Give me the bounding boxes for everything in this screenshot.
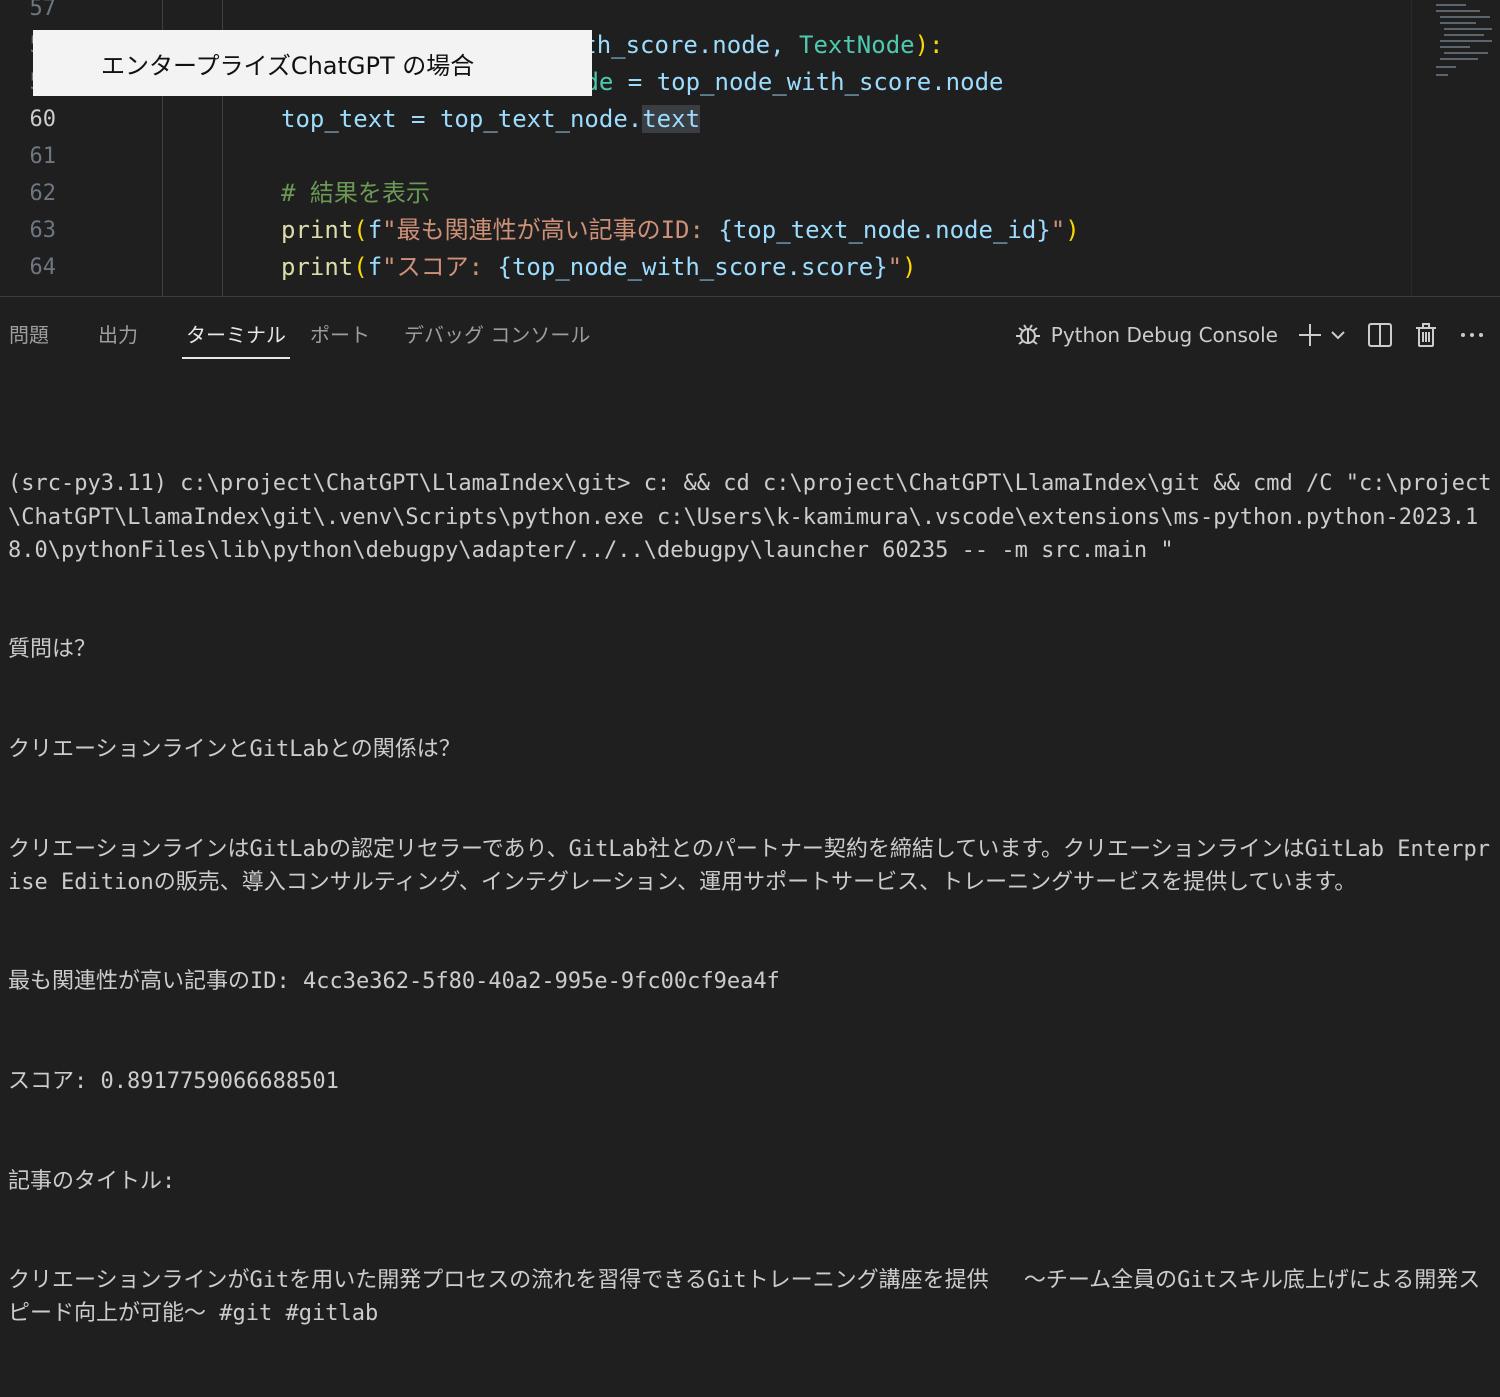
minimap-line [1440, 46, 1470, 48]
caption-text: エンタープライズChatGPT の場合 [101, 51, 475, 80]
terminal-line: 最も関連性が高い記事のID: 4cc3e362-5f80-40a2-995e-9… [8, 969, 780, 995]
code-token: ( [353, 216, 368, 244]
minimap-line [1440, 22, 1476, 24]
line-number: 61 [29, 144, 57, 169]
minimap-line [1436, 74, 1448, 76]
minimap-line [1436, 10, 1480, 12]
plus-icon [1296, 321, 1324, 349]
trash-icon [1412, 321, 1440, 349]
kill-terminal-button[interactable] [1412, 321, 1440, 349]
code-token: f [367, 216, 383, 244]
code-token: = top_node_with_score.node [613, 68, 1004, 96]
code-line-64[interactable]: print(f"スコア: {top_node_with_score.score}… [281, 249, 917, 286]
minimap-line [1444, 34, 1484, 36]
code-token: print [281, 216, 354, 244]
code-token: ) [1065, 216, 1080, 244]
minimap-line [1436, 4, 1466, 6]
tab-problems[interactable]: 問題 [9, 319, 49, 348]
minimap-line [1444, 28, 1492, 30]
terminal-selector[interactable]: Python Debug Console [1013, 320, 1278, 350]
tab-ports[interactable]: ポート [310, 319, 370, 348]
terminal-line: クリエーションラインとGitLabとの関係は？ [8, 737, 461, 763]
tab-output[interactable]: 出力 [98, 319, 138, 348]
code-token: ) [902, 253, 917, 281]
code-line-63[interactable]: print(f"最も関連性が高い記事のID: {top_text_node.no… [281, 212, 1080, 249]
line-number: 64 [29, 255, 57, 280]
code-line-62[interactable]: # 結果を表示 [281, 175, 430, 212]
terminal-line: 記事のタイトル: [8, 1168, 176, 1194]
code-token: " [887, 253, 903, 281]
code-token: = top_text_node. [396, 105, 643, 133]
terminal-line: クリエーションラインがGitを用いた開発プロセスの流れを習得できるGitトレーニ… [8, 1268, 1481, 1327]
tab-terminal[interactable]: ターミナル [182, 319, 290, 359]
minimap-line [1436, 66, 1456, 68]
code-token: TextNode [799, 31, 915, 59]
bug-icon [1013, 320, 1043, 350]
code-comment: # 結果を表示 [281, 179, 430, 207]
code-token: "最も関連性が高い記事のID: [382, 216, 719, 244]
caption-overlay: エンタープライズChatGPT の場合 [33, 30, 592, 96]
minimap-line [1440, 16, 1490, 18]
panel-tabs: 問題 出力 ターミナル ポート デバッグ コンソール [0, 297, 1000, 371]
split-terminal-button[interactable] [1366, 321, 1394, 349]
terminal-line: 質問は？ [8, 637, 97, 663]
terminal-line: (src-py3.11) c:\project\ChatGPT\LlamaInd… [8, 471, 1492, 563]
terminal-output[interactable]: (src-py3.11) c:\project\ChatGPT\LlamaInd… [8, 401, 1492, 1397]
terminal-name: Python Debug Console [1050, 323, 1278, 347]
code-token: print [281, 253, 354, 281]
code-line-60[interactable]: top_text = top_text_node.text [281, 101, 701, 138]
line-number: 57 [29, 0, 57, 21]
code-token: "スコア: [382, 253, 498, 281]
more-icon [1458, 321, 1486, 349]
line-number-active: 60 [29, 107, 57, 132]
terminal-line: スコア: 0.8917759066688501 [8, 1069, 339, 1095]
selected-token: text [642, 105, 701, 133]
more-actions-button[interactable] [1458, 321, 1486, 349]
code-editor[interactable]: 57 58 59 60 61 62 63 64 if isinstance(to… [0, 0, 1500, 296]
new-terminal-button[interactable] [1296, 321, 1348, 349]
panel-actions: Python Debug Console [1013, 315, 1486, 355]
code-token: {top_node_with_score.score} [497, 253, 888, 281]
line-number: 62 [29, 181, 57, 206]
split-icon [1366, 321, 1394, 349]
minimap[interactable] [1411, 0, 1500, 296]
minimap-line [1444, 52, 1488, 54]
code-token: top_text [281, 105, 397, 133]
code-token: {top_text_node.node_id} [718, 216, 1051, 244]
line-number: 63 [29, 218, 57, 243]
code-token: ( [353, 253, 368, 281]
tab-debug-console[interactable]: デバッグ コンソール [404, 319, 590, 348]
minimap-line [1440, 40, 1492, 42]
bottom-panel: 問題 出力 ターミナル ポート デバッグ コンソール Python Debug … [0, 296, 1500, 1326]
code-token: ): [914, 31, 944, 59]
minimap-line [1440, 58, 1478, 60]
code-token: " [1050, 216, 1066, 244]
code-token: f [367, 253, 383, 281]
chevron-down-icon[interactable] [1328, 325, 1348, 345]
